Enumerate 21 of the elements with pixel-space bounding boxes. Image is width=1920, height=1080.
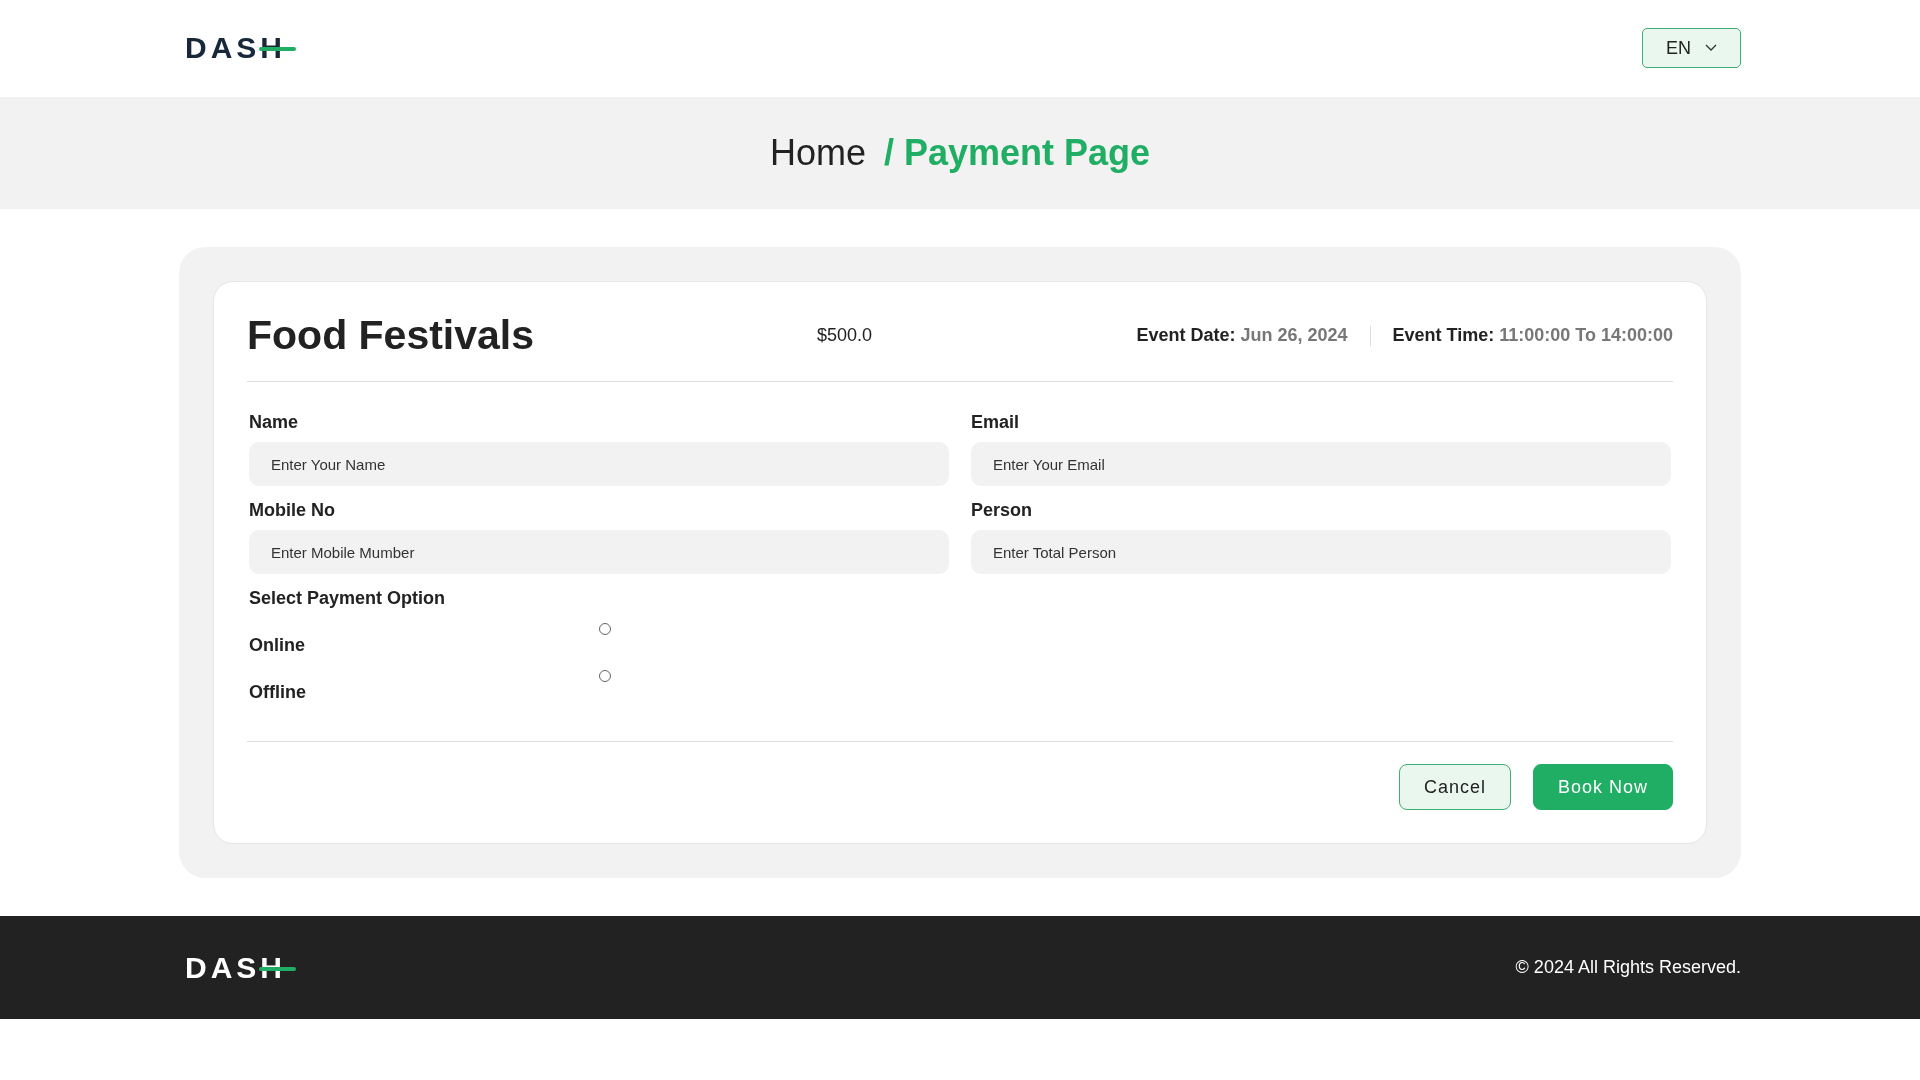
breadcrumb-item[interactable]: Home	[769, 132, 866, 174]
input-field[interactable]: Enter Your Email	[971, 442, 1671, 486]
field-label: Email	[971, 412, 1021, 433]
input-field[interactable]: Enter Mobile Mumber	[249, 530, 949, 574]
option-label: Online	[249, 634, 306, 656]
event-time: Event Time: 11:00:00 To 14:00:00	[1392, 325, 1673, 346]
event-date: Event Date: Jun 26, 2024	[1136, 325, 1348, 346]
chevron-down-icon	[1705, 44, 1717, 52]
input-field[interactable]: Enter Your Name	[249, 442, 949, 486]
field-label: Person	[971, 500, 1034, 521]
breadcrumb-item: / Payment Page	[883, 132, 1151, 174]
copyright-text: © 2024 All Rights Reserved.	[1515, 957, 1741, 978]
field-label: Mobile No	[249, 500, 336, 521]
language-select[interactable]: EN	[1642, 28, 1741, 68]
field-label: Name	[249, 412, 300, 433]
cancel-button[interactable]: Cancel	[1398, 764, 1511, 810]
event-price: $500.0	[817, 325, 873, 346]
payment-option-label: Select Payment Option	[249, 588, 447, 609]
event-title: Food Festivals	[247, 312, 536, 359]
option-label: Offline	[249, 681, 307, 703]
input-field[interactable]: Enter Total Person	[971, 530, 1671, 574]
